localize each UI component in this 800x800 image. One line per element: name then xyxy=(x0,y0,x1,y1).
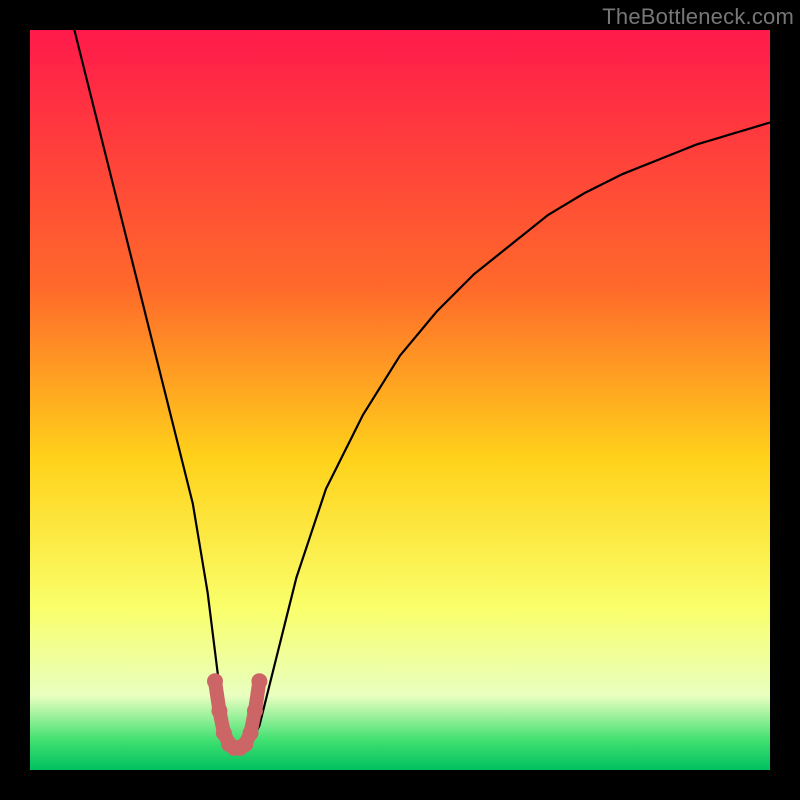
chart-svg xyxy=(30,30,770,770)
watermark-text: TheBottleneck.com xyxy=(602,4,794,30)
marker-dot xyxy=(211,703,227,719)
marker-dot xyxy=(207,673,223,689)
marker-dot xyxy=(247,703,263,719)
gradient-background xyxy=(30,30,770,770)
marker-dot xyxy=(243,725,259,741)
plot-area xyxy=(30,30,770,770)
marker-dot xyxy=(251,673,267,689)
chart-frame xyxy=(30,30,770,770)
